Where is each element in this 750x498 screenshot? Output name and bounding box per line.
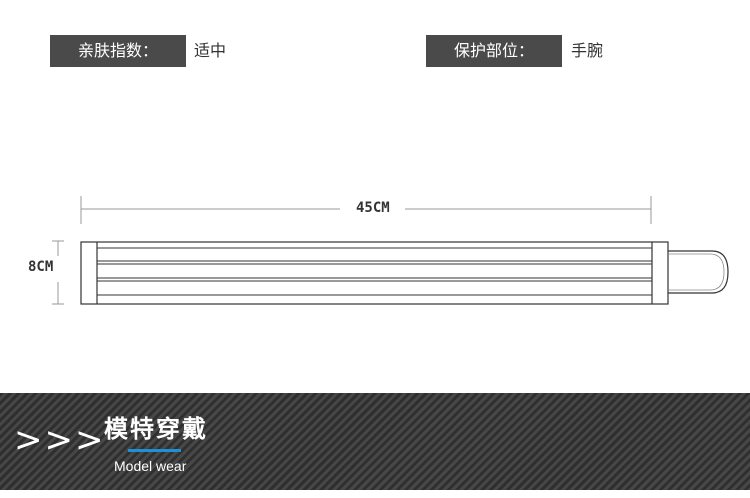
width-dimension-line bbox=[52, 240, 64, 305]
triple-chevron-icon: >>> bbox=[14, 420, 106, 460]
length-dimension-label: 45CM bbox=[352, 200, 394, 216]
width-dimension-label: 8CM bbox=[28, 259, 54, 275]
banner-accent-underline bbox=[128, 449, 181, 452]
banner-title: 模特穿戴 bbox=[104, 415, 208, 443]
wrist-strap-diagram bbox=[52, 196, 729, 305]
banner-subtitle: Model wear bbox=[114, 458, 187, 474]
strap-body bbox=[80, 241, 729, 305]
